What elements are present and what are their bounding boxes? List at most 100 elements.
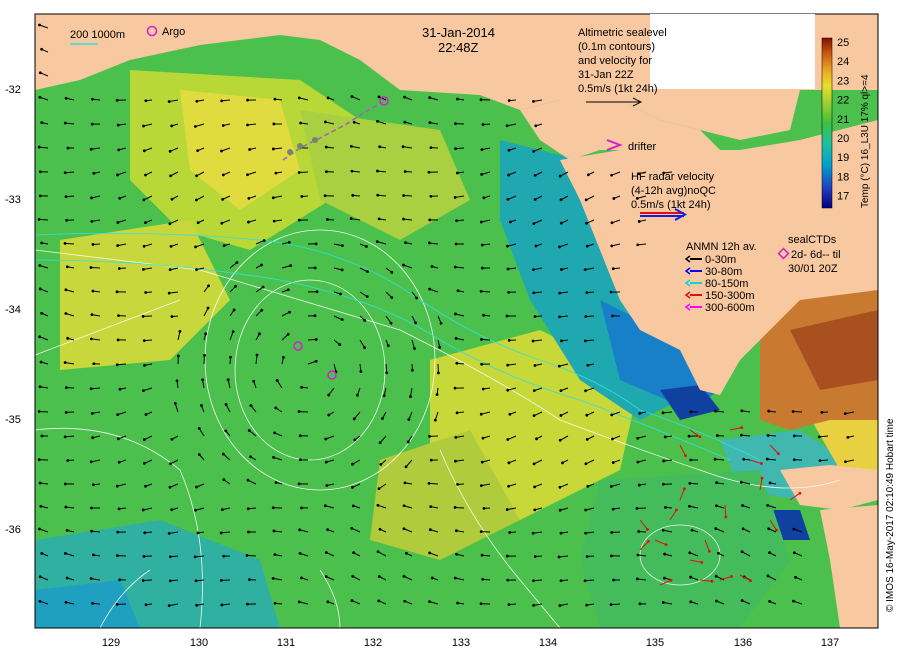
velocity-arrow-head [63, 482, 67, 486]
velocity-arrow-head [313, 266, 317, 270]
velocity-arrow-head [792, 599, 795, 603]
velocity-arrow-head [38, 287, 42, 291]
velocity-arrow-head [325, 484, 329, 487]
velocity-arrow-head [142, 339, 146, 343]
velocity-arrow-head [479, 289, 483, 293]
velocity-arrow-head [351, 504, 355, 508]
hf-radar-line2: (4-12h avg)noQC [631, 185, 716, 197]
velocity-arrow-head [482, 196, 486, 200]
velocity-arrow-head [89, 266, 93, 269]
velocity-arrow-head [63, 551, 67, 555]
velocity-arrow-head [324, 437, 328, 441]
velocity-arrow-head [115, 363, 119, 367]
velocity-arrow-head [247, 530, 250, 534]
velocity-arrow-head [297, 600, 301, 604]
velocity-arrow-head [274, 406, 278, 410]
velocity-arrow-head [220, 149, 223, 153]
velocity-arrow-head [64, 96, 68, 100]
velocity-arrow-head [37, 410, 41, 413]
velocity-arrow-head [636, 436, 640, 440]
velocity-arrow-head [558, 291, 562, 295]
velocity-arrow-head [480, 266, 484, 270]
velocity-arrow-head [65, 576, 69, 580]
velocity-arrow-head [585, 413, 589, 417]
velocity-arrow-head [287, 240, 291, 244]
velocity-arrow-head [351, 574, 355, 578]
hf-radar-arrow-head [646, 539, 650, 543]
velocity-arrow-head [168, 485, 172, 489]
velocity-arrow-head [455, 361, 459, 365]
credit-label: © IMOS 16-May-2017 02:10:49 Hobart time [885, 418, 896, 612]
velocity-arrow-head [532, 603, 536, 607]
velocity-arrow-head [194, 579, 198, 583]
velocity-arrow-head [663, 576, 666, 580]
velocity-arrow-head [314, 359, 318, 363]
velocity-arrow-head [715, 481, 719, 485]
velocity-arrow-head [222, 244, 226, 248]
velocity-arrow-head [194, 508, 197, 512]
velocity-arrow-head [92, 362, 96, 366]
velocity-arrow-head [382, 394, 386, 398]
velocity-arrow-head [508, 412, 512, 416]
velocity-arrow-head [92, 483, 95, 487]
velocity-arrow-head [224, 429, 228, 433]
velocity-arrow-head [297, 218, 301, 222]
sealctds-line2: 30/01 20Z [788, 263, 838, 275]
hf-radar-arrow-head [707, 549, 711, 553]
velocity-arrow-head [505, 124, 509, 128]
velocity-arrow-head [687, 434, 691, 438]
velocity-arrow-head [559, 414, 563, 417]
velocity-arrow-head [454, 435, 458, 439]
velocity-arrow-head [65, 528, 69, 532]
velocity-arrow-head [232, 308, 236, 312]
velocity-arrow-head [508, 531, 512, 534]
velocity-arrow-head [402, 194, 405, 197]
velocity-arrow-head [742, 457, 746, 461]
velocity-arrow-head [817, 435, 821, 439]
velocity-arrow-head [249, 455, 253, 459]
velocity-arrow-head [662, 459, 666, 463]
velocity-arrow-head [402, 504, 406, 508]
velocity-arrow-head [407, 418, 411, 421]
velocity-arrow-head [609, 290, 613, 294]
velocity-arrow-head [609, 603, 613, 607]
velocity-arrow-head [324, 460, 328, 464]
velocity-arrow-head [456, 97, 459, 101]
x-tick-label: 131 [277, 637, 295, 649]
velocity-arrow-head [364, 245, 368, 248]
velocity-arrow-head [636, 243, 640, 247]
velocity-arrow-head [506, 267, 510, 271]
velocity-arrow-head [40, 311, 44, 315]
velocity-arrow-head [40, 121, 44, 125]
velocity-arrow-head [403, 170, 407, 173]
date-label: 31-Jan-2014 [422, 25, 495, 40]
velocity-arrow-head [144, 99, 148, 103]
velocity-arrow-head [584, 462, 588, 466]
velocity-arrow-head [115, 98, 119, 102]
drifter-point [297, 143, 303, 149]
velocity-arrow-head [63, 242, 67, 245]
velocity-arrow-head [480, 243, 484, 247]
velocity-arrow-head [206, 306, 210, 310]
velocity-arrow-head [224, 403, 228, 406]
velocity-arrow-head [714, 574, 718, 578]
altimetry-line2: (0.1m contours) [578, 41, 655, 53]
velocity-arrow-head [298, 458, 302, 462]
velocity-arrow-head [169, 462, 172, 466]
velocity-arrow-head [532, 414, 536, 418]
velocity-arrow-head [274, 481, 278, 484]
velocity-arrow-head [200, 404, 203, 407]
velocity-arrow-head [507, 338, 511, 342]
velocity-arrow-head [428, 121, 432, 125]
velocity-arrow-head [715, 599, 718, 603]
hf-radar-arrow-head [760, 476, 764, 480]
velocity-arrow-head [663, 552, 667, 556]
velocity-arrow-head [739, 480, 743, 484]
velocity-arrow-head [116, 530, 120, 534]
velocity-arrow-head [142, 268, 145, 271]
velocity-arrow-head [117, 507, 121, 511]
velocity-arrow-head [245, 554, 249, 557]
velocity-arrow-head [611, 437, 614, 441]
velocity-arrow-head [91, 289, 95, 293]
velocity-arrow-head [222, 478, 226, 482]
